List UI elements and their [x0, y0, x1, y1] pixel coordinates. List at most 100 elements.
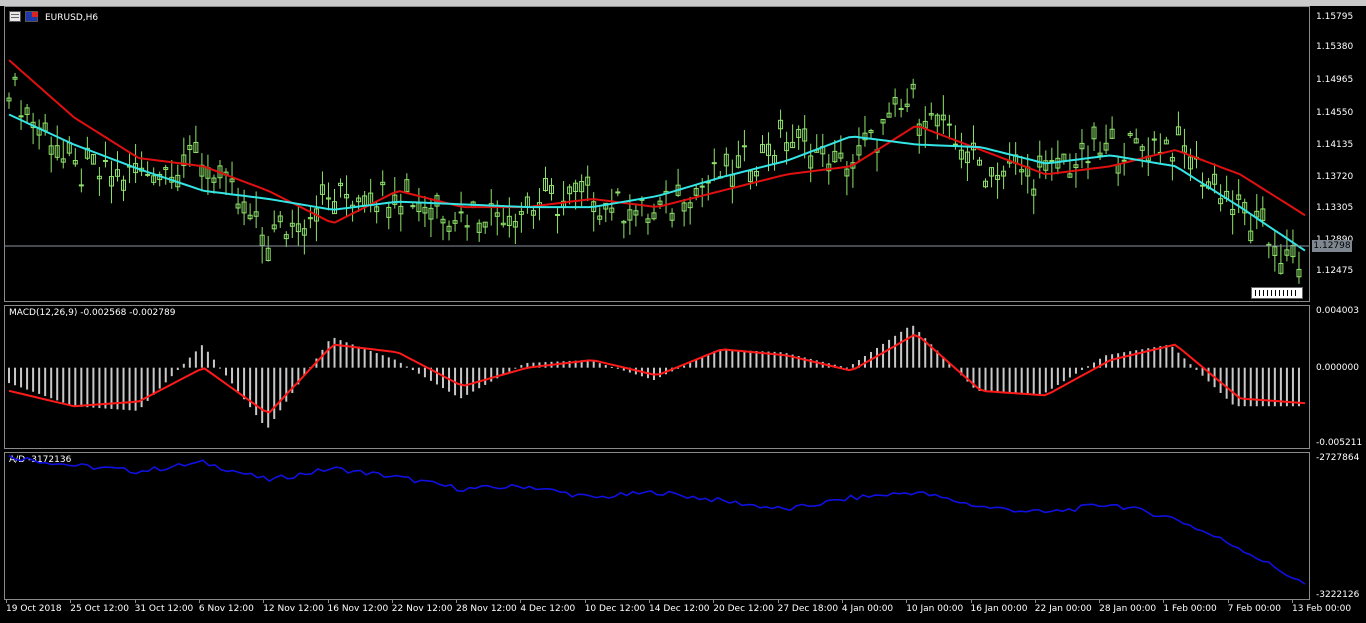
macd-bar: [182, 363, 185, 368]
macd-bar: [1171, 346, 1174, 368]
price-chart-pane[interactable]: EURUSD,H6: [4, 6, 1310, 302]
macd-bar: [363, 348, 366, 368]
macd-pane[interactable]: MACD(12,26,9) -0.002568 -0.002789: [4, 305, 1310, 449]
time-tick-mark: [327, 600, 329, 603]
time-tick-mark: [970, 600, 972, 603]
macd-bar: [86, 367, 89, 408]
macd-bar: [134, 367, 137, 411]
time-tick-mark: [1163, 600, 1165, 603]
macd-bar: [170, 367, 173, 377]
macd-bar: [1032, 367, 1035, 395]
macd-bar: [152, 367, 155, 395]
macd-bar: [333, 337, 336, 368]
macd-bar: [731, 349, 734, 368]
macd-bar: [74, 367, 77, 407]
macd-bar: [98, 367, 101, 409]
macd-bar: [14, 367, 17, 386]
macd-bar: [56, 367, 59, 401]
macd-bar: [1243, 367, 1246, 407]
macd-bar: [357, 346, 360, 368]
macd-bar: [1026, 367, 1029, 395]
price-tick: 1.14550: [1316, 108, 1354, 118]
macd-bar: [255, 367, 258, 416]
candle-body: [78, 184, 84, 187]
candle-body: [458, 211, 464, 214]
macd-bar: [598, 363, 601, 368]
macd-bar: [683, 365, 686, 368]
time-tick-mark: [6, 600, 7, 603]
ad-tick: -2727864: [1316, 453, 1360, 463]
candle-body: [555, 214, 561, 217]
time-tick: 19 Oct 2018: [6, 604, 62, 614]
macd-bar: [8, 367, 10, 384]
macd-bar: [267, 367, 270, 428]
time-tick: 22 Nov 12:00: [391, 604, 453, 614]
macd-bar: [1056, 367, 1059, 385]
time-tick-mark: [198, 600, 200, 603]
macd-bar: [1038, 367, 1041, 396]
macd-bar: [1117, 353, 1120, 368]
macd-bar: [206, 351, 209, 368]
scroll-shift-icon[interactable]: [1251, 287, 1303, 299]
macd-bar: [1129, 351, 1132, 368]
slow-ma-line: [8, 59, 1306, 224]
time-tick: 28 Jan 00:00: [1099, 604, 1157, 614]
macd-bar: [845, 367, 848, 369]
macd-bar: [1123, 352, 1126, 368]
macd-bar: [1207, 367, 1210, 382]
macd-bar: [387, 357, 390, 368]
macd-bar: [1086, 366, 1089, 368]
macd-bar: [188, 357, 191, 368]
macd-bar: [231, 367, 234, 384]
macd-bar: [212, 359, 215, 368]
macd-bar: [1219, 367, 1222, 393]
macd-bar: [225, 367, 228, 376]
time-tick: 10 Jan 00:00: [906, 604, 964, 614]
macd-bar: [176, 367, 179, 370]
macd-bar: [610, 366, 613, 368]
macd-bar: [912, 325, 915, 368]
ad-pane[interactable]: A/D -3172136: [4, 452, 1310, 600]
candles-group: [6, 72, 1302, 284]
macd-bar: [616, 367, 619, 369]
macd-bar: [218, 367, 221, 369]
time-tick: 16 Jan 00:00: [970, 604, 1028, 614]
macd-bar: [1165, 345, 1168, 368]
ad-line: [8, 454, 1306, 585]
macd-bar: [695, 359, 698, 368]
macd-bar: [1297, 367, 1300, 407]
macd-bar: [490, 367, 493, 382]
macd-tick: -0.005211: [1316, 438, 1363, 448]
price-tick: 1.14965: [1316, 75, 1354, 85]
macd-bar: [701, 356, 704, 368]
macd-bar: [80, 367, 83, 407]
time-tick-mark: [1099, 600, 1101, 603]
price-tick: 1.15795: [1316, 12, 1354, 22]
macd-bar: [1062, 367, 1065, 382]
time-tick: 16 Nov 12:00: [327, 604, 389, 614]
macd-bar: [68, 367, 71, 405]
macd-bar: [737, 350, 740, 368]
macd-bar: [888, 339, 891, 368]
macd-bar: [984, 367, 987, 392]
time-tick-mark: [584, 600, 586, 603]
time-tick: 10 Dec 12:00: [584, 604, 646, 614]
macd-bar: [1237, 367, 1240, 407]
macd-bar: [592, 361, 595, 368]
macd-bar: [514, 367, 517, 369]
price-tick: 1.13305: [1316, 203, 1354, 213]
macd-bar: [20, 367, 23, 388]
macd-bar: [990, 367, 993, 392]
macd-bar: [128, 367, 131, 411]
macd-bar: [327, 341, 330, 368]
time-tick-mark: [391, 600, 393, 603]
macd-bar: [381, 355, 384, 368]
macd-bar: [725, 349, 728, 368]
macd-bar: [1093, 362, 1096, 368]
macd-bar: [996, 367, 999, 393]
macd-bar: [1068, 367, 1071, 378]
time-tick: 4 Dec 12:00: [520, 604, 576, 614]
macd-bar: [273, 367, 276, 419]
time-tick: 4 Jan 00:00: [841, 604, 894, 614]
time-tick: 12 Nov 12:00: [263, 604, 324, 614]
